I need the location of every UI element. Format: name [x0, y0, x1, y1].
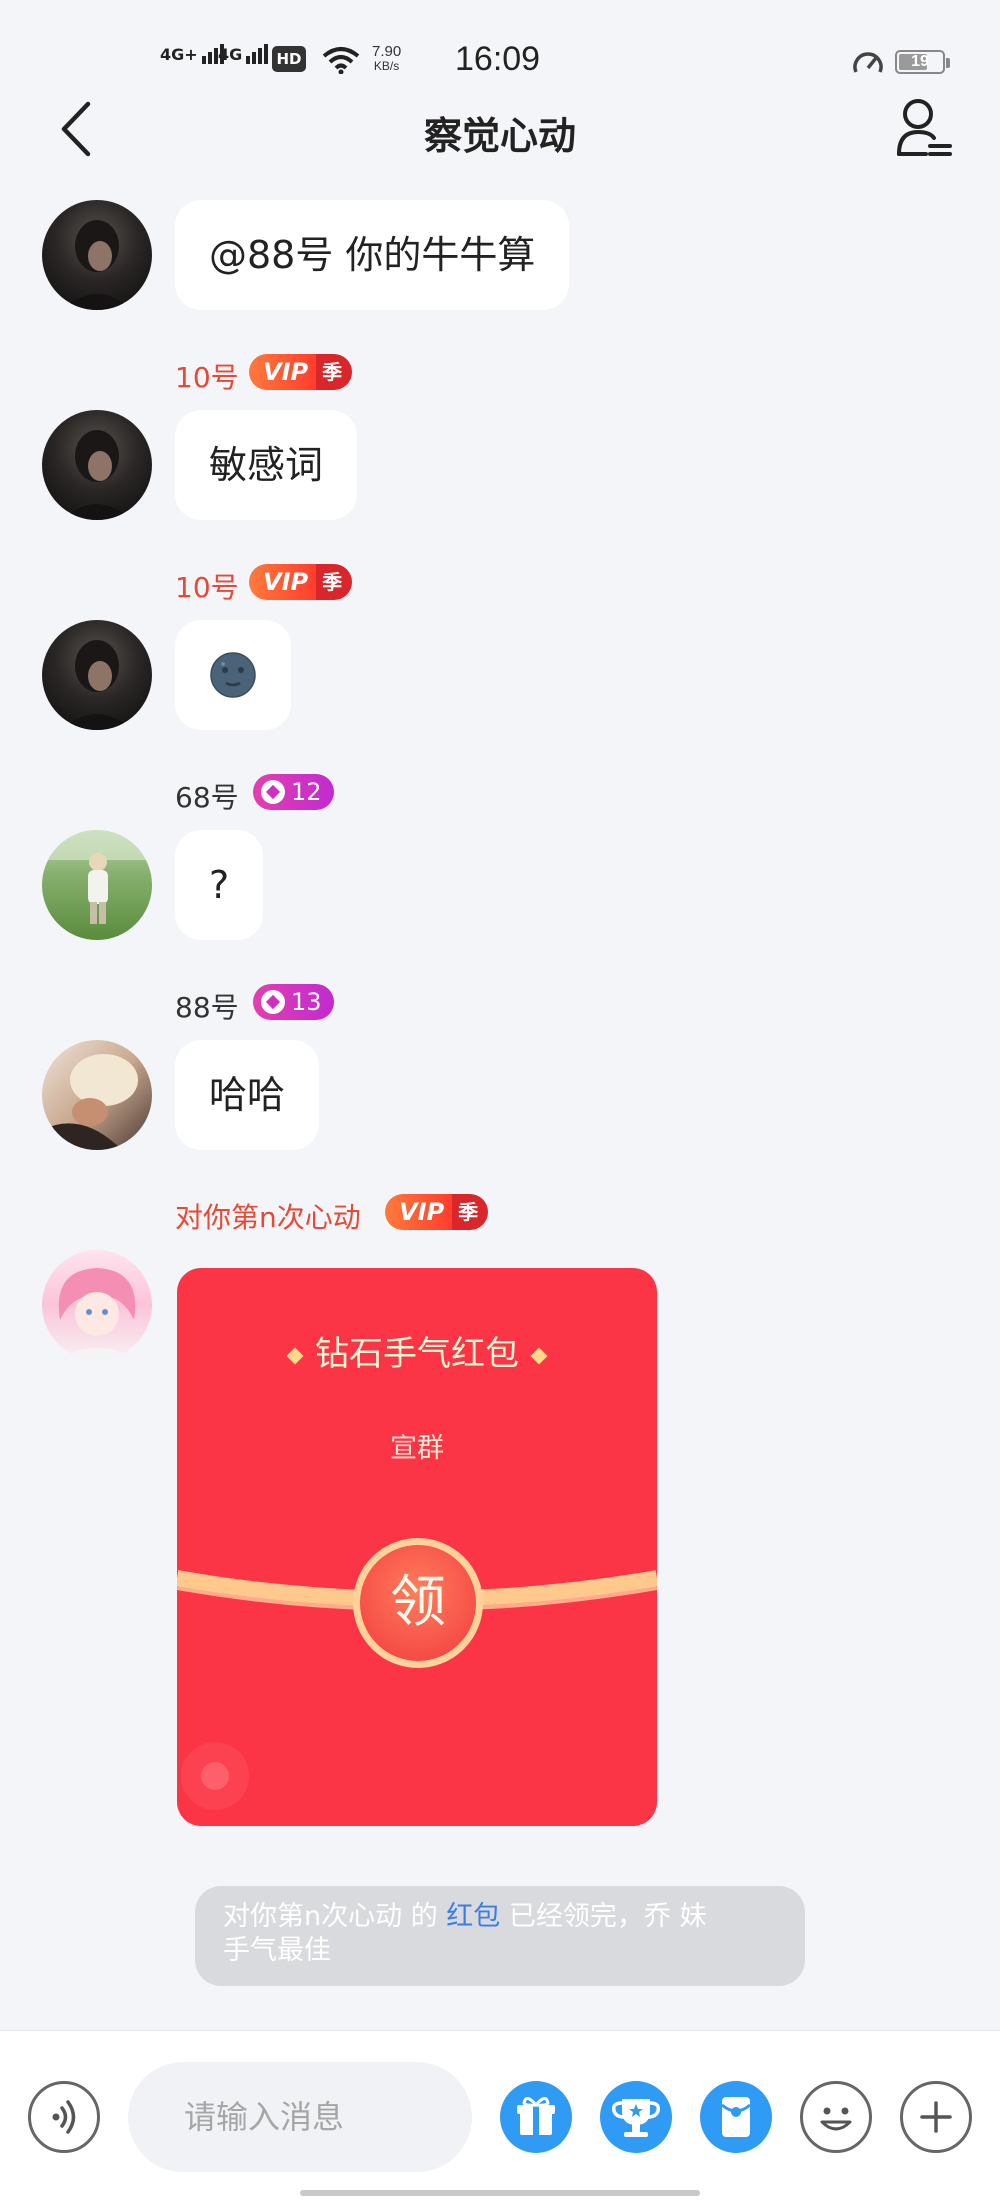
- more-button[interactable]: [900, 2081, 972, 2153]
- sender-name: 10号: [175, 571, 239, 604]
- network-speed-unit: KB/s: [373, 59, 400, 73]
- notice-text: 已经领完，乔 妹: [500, 1901, 707, 1932]
- level-badge-value: 13: [291, 988, 322, 1016]
- red-packet-link[interactable]: 红包: [446, 1901, 500, 1932]
- avatar[interactable]: [42, 1250, 152, 1360]
- member-list-icon[interactable]: [896, 96, 952, 158]
- trophy-button[interactable]: [600, 2081, 672, 2153]
- message-input[interactable]: 请输入消息: [128, 2062, 472, 2172]
- claim-red-packet-button[interactable]: 领: [353, 1538, 483, 1668]
- red-packet-button[interactable]: [700, 2081, 772, 2153]
- vip-badge: VIP 季: [385, 1194, 489, 1230]
- notice-name: 对你第n次心动: [223, 1901, 403, 1932]
- signal-1-label: 4G+: [160, 45, 198, 64]
- page-title: 察觉心动: [423, 114, 576, 158]
- vip-badge-label: VIP: [249, 354, 317, 390]
- wifi-icon: [322, 47, 360, 74]
- signal-2-label: 4G: [218, 45, 243, 64]
- level-badge: 12: [253, 774, 334, 810]
- diamond-icon: [261, 990, 285, 1014]
- speedometer-icon: [853, 52, 883, 73]
- vip-badge-label: VIP: [249, 564, 317, 600]
- hd-icon: HD: [272, 46, 306, 72]
- avatar[interactable]: [42, 830, 152, 940]
- message-bubble[interactable]: @88号 你的牛牛算: [175, 200, 570, 310]
- new-moon-face-icon: [210, 652, 256, 698]
- voice-button[interactable]: [28, 2081, 100, 2153]
- sender-name: 10号: [175, 361, 239, 394]
- battery-indicator: 19: [895, 50, 950, 74]
- emoji-button[interactable]: [800, 2081, 872, 2153]
- avatar[interactable]: [42, 620, 152, 730]
- vip-badge: VIP 季: [249, 354, 353, 390]
- network-speed: 7.90 KB/s: [372, 44, 401, 74]
- signal-1: 4G+: [160, 44, 224, 64]
- clock: 16:09: [455, 40, 541, 78]
- diamond-icon: [261, 780, 285, 804]
- vip-badge: VIP 季: [249, 564, 353, 600]
- avatar[interactable]: [42, 410, 152, 520]
- vip-badge-label: VIP: [385, 1194, 453, 1230]
- notice-text: 手气最佳: [223, 1935, 331, 1966]
- notice-text: 的: [402, 1901, 447, 1932]
- avatar[interactable]: [42, 1040, 152, 1150]
- signal-2: 4G: [218, 44, 269, 64]
- message-bubble[interactable]: 哈哈: [175, 1040, 320, 1150]
- plus-icon: [920, 2101, 952, 2133]
- trophy-icon: [611, 2099, 661, 2137]
- sender-name: 88号: [175, 991, 239, 1024]
- signal-bars-icon: [246, 44, 269, 64]
- sender-name: 对你第n次心动: [175, 1201, 361, 1234]
- message-bubble[interactable]: 🌚: [175, 620, 291, 730]
- emoji-icon: [820, 2107, 852, 2131]
- avatar[interactable]: [42, 200, 152, 310]
- voice-icon: [52, 2100, 76, 2134]
- vip-badge-suffix: 季: [316, 564, 353, 600]
- vip-badge-suffix: 季: [452, 1194, 489, 1230]
- home-indicator[interactable]: [300, 2190, 700, 2196]
- gift-icon: [517, 2097, 555, 2135]
- vip-badge-suffix: 季: [316, 354, 353, 390]
- level-badge-value: 12: [291, 778, 322, 806]
- message-bubble[interactable]: 敏感词: [175, 410, 358, 520]
- gift-button[interactable]: [500, 2081, 572, 2153]
- status-bar: 4G+ 4G HD 7.90 KB/s 16:09 19: [0, 0, 1000, 120]
- red-packet-finished-notice: 对你第n次心动 的 红包 已经领完，乔 妹 手气最佳: [195, 1886, 805, 1986]
- message-bubble[interactable]: ?: [175, 830, 264, 940]
- level-badge: 13: [253, 984, 334, 1020]
- red-packet-icon: [721, 2097, 751, 2137]
- battery-level: 19: [911, 53, 929, 70]
- network-speed-value: 7.90: [372, 43, 402, 60]
- sender-name: 68号: [175, 781, 239, 814]
